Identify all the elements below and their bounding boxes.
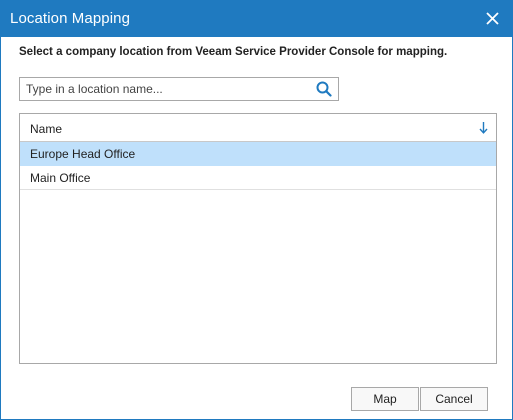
sort-down-arrow-icon [479,122,488,134]
location-name-cell: Main Office [30,171,91,185]
location-name-cell: Europe Head Office [30,147,136,161]
instruction-text: Select a company location from Veeam Ser… [19,46,448,58]
locations-grid: Name Europe Head Office Main Office [19,113,497,364]
column-header-name[interactable]: Name [20,114,496,142]
table-row[interactable]: Europe Head Office [20,142,496,166]
location-search-box [19,77,339,101]
location-mapping-dialog: Location Mapping Select a company locati… [0,0,513,420]
cancel-button[interactable]: Cancel [420,387,488,411]
dialog-title: Location Mapping [10,10,131,27]
close-button[interactable] [478,4,508,34]
map-button[interactable]: Map [351,387,419,411]
column-header-label: Name [30,122,63,136]
search-icon[interactable] [316,81,332,97]
close-icon [486,12,499,25]
location-search-input[interactable] [20,78,311,100]
table-row[interactable]: Main Office [20,166,496,190]
title-bar: Location Mapping [1,1,512,37]
